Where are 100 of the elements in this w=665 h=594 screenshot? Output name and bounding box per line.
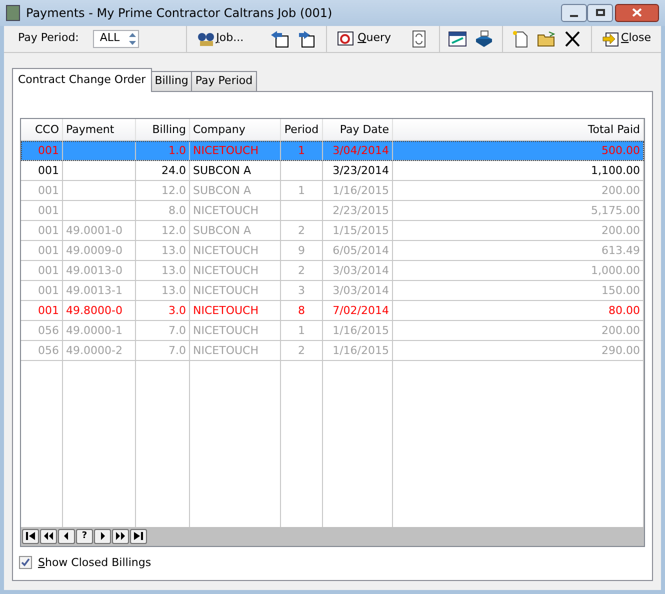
column-header[interactable]: Period <box>281 118 323 140</box>
table-cell: 001 <box>38 164 59 176</box>
table-cell: NICETOUCH <box>193 244 258 256</box>
last-record-icon[interactable] <box>130 528 147 544</box>
table-cell: 3/03/2014 <box>332 284 389 296</box>
column-header[interactable]: CCO <box>21 118 63 140</box>
close-icon <box>632 8 642 18</box>
table-cell: 49.0000-1 <box>66 324 122 336</box>
tab[interactable]: Contract Change Order <box>12 68 152 92</box>
first-record-icon[interactable] <box>22 528 39 544</box>
tab[interactable]: Pay Period <box>191 70 257 90</box>
column-header[interactable]: Total Paid <box>393 118 644 140</box>
table-cell: 9 <box>298 244 305 256</box>
table-cell: 13.0 <box>162 264 186 276</box>
table-cell: 056 <box>38 344 59 356</box>
table-cell: 500.00 <box>602 144 640 156</box>
next-page-icon[interactable] <box>112 528 129 544</box>
table-cell: 3.0 <box>168 304 186 316</box>
table-cell: 1/16/2015 <box>332 344 389 356</box>
table-cell: 001 <box>38 264 59 276</box>
previous-page-icon[interactable] <box>40 528 57 544</box>
table-cell: 1.0 <box>168 144 186 156</box>
table-cell: 150.00 <box>602 284 640 296</box>
table-cell: 1 <box>298 324 305 336</box>
table-cell: 3/03/2014 <box>332 264 389 276</box>
column-header[interactable]: Payment <box>63 118 136 140</box>
table-cell: 1,100.00 <box>591 164 640 176</box>
binoculars-icon <box>197 30 216 46</box>
table-cell: 49.0000-2 <box>66 344 122 356</box>
table-cell: 001 <box>38 204 59 216</box>
printer-icon[interactable] <box>474 30 494 48</box>
table-cell: 3/04/2014 <box>332 144 389 156</box>
table-cell: NICETOUCH <box>193 204 258 216</box>
arrow-left-icon[interactable] <box>270 30 290 48</box>
table-cell: 7.0 <box>168 344 186 356</box>
table-cell: 613.49 <box>602 244 640 256</box>
table-cell: 290.00 <box>602 344 640 356</box>
next-record-icon[interactable] <box>94 528 111 544</box>
close-button[interactable]: Close <box>600 28 653 50</box>
table-cell: 200.00 <box>602 324 640 336</box>
table-cell: 49.8000-0 <box>66 304 122 316</box>
table-cell: 7/02/2014 <box>332 304 389 316</box>
table-cell: 13.0 <box>162 244 186 256</box>
table-cell: 001 <box>38 284 59 296</box>
pay-period-spinner[interactable]: ALL <box>92 30 139 48</box>
table-cell: 001 <box>38 144 59 156</box>
previous-record-icon[interactable] <box>58 528 75 544</box>
query-button[interactable]: Query <box>336 28 392 50</box>
table-cell: 001 <box>38 184 59 196</box>
table-cell: 24.0 <box>162 164 186 176</box>
maximize-button[interactable] <box>587 4 613 22</box>
show-closed-checkbox[interactable] <box>19 556 32 570</box>
table-cell: 2 <box>298 344 305 356</box>
table-cell: 7.0 <box>168 324 186 336</box>
table-row[interactable]: 001 24.0 SUBCON A 3/23/2014 1,100.00 <box>21 160 644 180</box>
column-header[interactable]: Billing <box>136 118 190 140</box>
table-cell: 12.0 <box>162 184 186 196</box>
tab[interactable]: Billing <box>150 70 192 90</box>
minimize-button[interactable] <box>561 4 587 22</box>
help-button[interactable]: ? <box>76 528 93 544</box>
folder-icon[interactable] <box>537 30 558 48</box>
exit-icon <box>602 30 620 46</box>
table-cell: 2 <box>298 224 305 236</box>
table-row[interactable]: 001 49.8000-0 3.0 NICETOUCH 8 7/02/2014 80.00 <box>21 300 644 320</box>
table-cell: SUBCON A <box>193 164 251 176</box>
table-cell: 1 <box>298 144 305 156</box>
table-cell: NICETOUCH <box>193 284 258 296</box>
table-cell: 2 <box>298 264 305 276</box>
table-cell: 1,000.00 <box>591 264 640 276</box>
table-cell: NICETOUCH <box>193 304 258 316</box>
table-cell: NICETOUCH <box>193 144 258 156</box>
grid-icon[interactable] <box>448 30 468 48</box>
column-header[interactable]: Pay Date <box>323 118 393 140</box>
job-button[interactable]: Job... <box>197 28 244 50</box>
table-cell: 5,175.00 <box>591 204 640 216</box>
table-cell: 6/05/2014 <box>332 244 389 256</box>
table-cell: 49.0001-0 <box>66 224 122 236</box>
table-cell: 3/23/2014 <box>332 164 389 176</box>
table-cell: 2/23/2015 <box>332 204 389 216</box>
table-cell: NICETOUCH <box>193 264 258 276</box>
table-cell: 001 <box>38 244 59 256</box>
table-cell: 49.0013-0 <box>66 264 122 276</box>
table-cell: 13.0 <box>162 284 186 296</box>
table-cell: SUBCON A <box>193 224 251 236</box>
close-window-button[interactable] <box>615 4 659 22</box>
show-closed-label: Show Closed Billings <box>38 554 152 570</box>
table-cell: 200.00 <box>602 224 640 236</box>
table-cell: 1/16/2015 <box>332 184 389 196</box>
table-cell: 200.00 <box>602 184 640 196</box>
table-cell: 1/15/2015 <box>332 224 389 236</box>
window-title: Payments - My Prime Contractor Caltrans Job (001) <box>26 4 332 22</box>
column-header[interactable]: Company <box>190 118 281 140</box>
table-cell: 8.0 <box>168 204 186 216</box>
table-cell: 001 <box>38 224 59 236</box>
table-cell: 1 <box>298 184 305 196</box>
table-cell: 49.0009-0 <box>66 244 122 256</box>
table-cell: 80.00 <box>608 304 640 316</box>
table-cell: NICETOUCH <box>193 344 258 356</box>
table-cell: 8 <box>298 304 305 316</box>
pay-period-label: Pay Period: <box>18 30 79 46</box>
